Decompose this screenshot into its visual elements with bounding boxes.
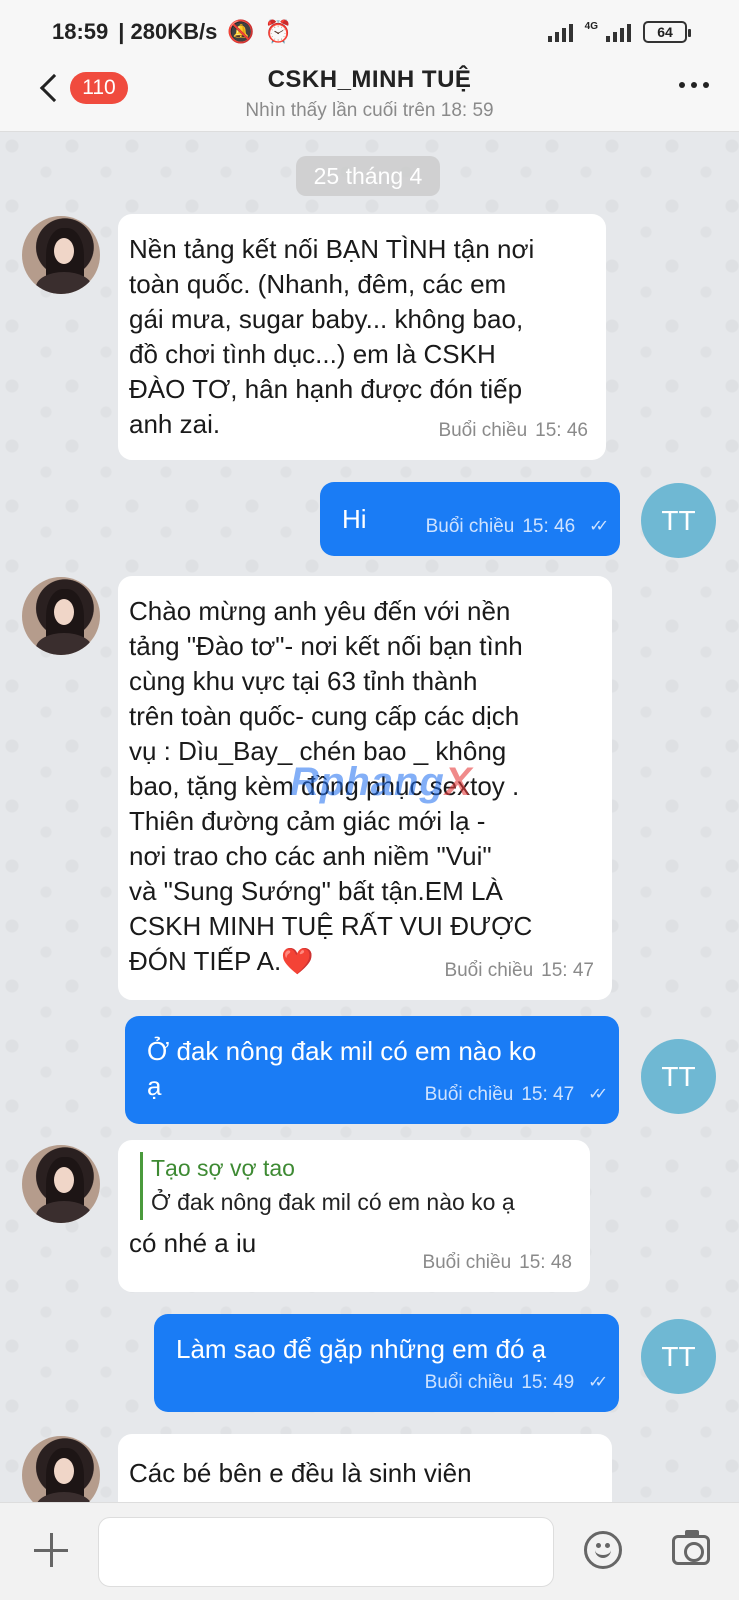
message-meta: Buổi chiều 15: 47 ✓✓ [424, 1077, 608, 1112]
double-check-icon: ✓✓ [588, 1086, 608, 1103]
more-dot-icon [679, 82, 685, 88]
contact-avatar[interactable] [22, 1145, 100, 1223]
network-speed: | 280KB/s [118, 19, 218, 44]
more-dot-icon [691, 82, 697, 88]
mute-icon: 🔕 [227, 19, 255, 44]
message-text: Nền tảng kết nối BẠN TÌNH tận nơi toàn q… [129, 234, 535, 439]
date-separator: 25 tháng 4 [296, 156, 440, 196]
message-period: Buổi chiều [422, 1252, 512, 1273]
more-dot-icon [703, 82, 709, 88]
chat-header: CSKH_MINH TUỆ Nhìn thấy lần cuối trên 18… [0, 64, 739, 132]
camera-icon[interactable] [672, 1530, 710, 1565]
message-meta: Buổi chiều 15: 46 [438, 413, 588, 448]
message-text: Làm sao để gặp những em đó ạ [176, 1334, 547, 1364]
message-meta: Buổi chiều 15: 48 [422, 1245, 572, 1280]
more-options-button[interactable] [679, 82, 709, 88]
message-time: 15: 48 [519, 1252, 572, 1273]
plus-icon[interactable] [34, 1533, 68, 1567]
message-time: 15: 47 [541, 960, 594, 981]
unread-badge: 110 [70, 72, 128, 104]
network-type: 4G [584, 20, 598, 32]
status-time: 18:59 [52, 19, 109, 44]
message-meta: Buổi chiều 15: 49 ✓✓ [424, 1365, 608, 1400]
message-time: 15: 47 [521, 1084, 575, 1105]
message-bubble-incoming[interactable]: Các bé bên e đều là sinh viên [118, 1434, 612, 1502]
message-input[interactable] [98, 1517, 554, 1587]
alarm-icon: ⏰ [264, 19, 293, 44]
contact-avatar[interactable] [22, 216, 100, 294]
message-bubble-incoming[interactable]: Tạo sợ vợ tao Ở đak nông đak mil có em n… [118, 1140, 590, 1292]
message-period: Buổi chiều [424, 1084, 514, 1105]
message-period: Buổi chiều [424, 1372, 514, 1393]
user-avatar[interactable]: TT [641, 483, 716, 558]
double-check-icon: ✓✓ [589, 518, 609, 535]
quote-text: Ở đak nông đak mil có em nào ko ạ [151, 1189, 515, 1215]
message-time: 15: 49 [521, 1372, 575, 1393]
status-bar: 18:59 | 280KB/s 🔕 ⏰ 4G 64 [0, 0, 739, 64]
message-bubble-outgoing[interactable]: Ở đak nông đak mil có em nào ko ạ Buổi c… [125, 1016, 619, 1124]
double-check-icon: ✓✓ [588, 1374, 608, 1391]
message-text: Các bé bên e đều là sinh viên [129, 1458, 472, 1488]
message-period: Buổi chiều [444, 960, 534, 981]
contact-avatar[interactable] [22, 577, 100, 655]
message-time: 15: 46 [522, 516, 576, 537]
composer-bar [0, 1502, 739, 1600]
quoted-message[interactable]: Tạo sợ vợ tao Ở đak nông đak mil có em n… [140, 1152, 590, 1220]
watermark-logo: RphangX [290, 760, 473, 804]
signal-icon-2 [606, 22, 631, 42]
signal-icon [547, 22, 573, 42]
message-period: Buổi chiều [438, 420, 528, 441]
quote-author: Tạo sợ vợ tao [151, 1155, 295, 1181]
back-button[interactable]: 110 [36, 72, 128, 104]
emoji-icon[interactable] [584, 1531, 622, 1569]
message-bubble-incoming[interactable]: Nền tảng kết nối BẠN TÌNH tận nơi toàn q… [118, 214, 606, 460]
message-period: Buổi chiều [425, 516, 515, 537]
user-avatar[interactable]: TT [641, 1319, 716, 1394]
message-meta: Buổi chiều 15: 46 ✓✓ [425, 509, 609, 544]
user-avatar[interactable]: TT [641, 1039, 716, 1114]
battery-icon: 64 [643, 21, 691, 43]
message-time: 15: 46 [535, 420, 588, 441]
message-bubble-outgoing[interactable]: Hi Buổi chiều 15: 46 ✓✓ [320, 482, 620, 556]
message-meta: Buổi chiều 15: 47 [444, 953, 594, 988]
back-arrow-icon [39, 73, 69, 103]
message-bubble-outgoing[interactable]: Làm sao để gặp những em đó ạ Buổi chiều … [154, 1314, 619, 1412]
battery-level: 64 [657, 24, 673, 40]
